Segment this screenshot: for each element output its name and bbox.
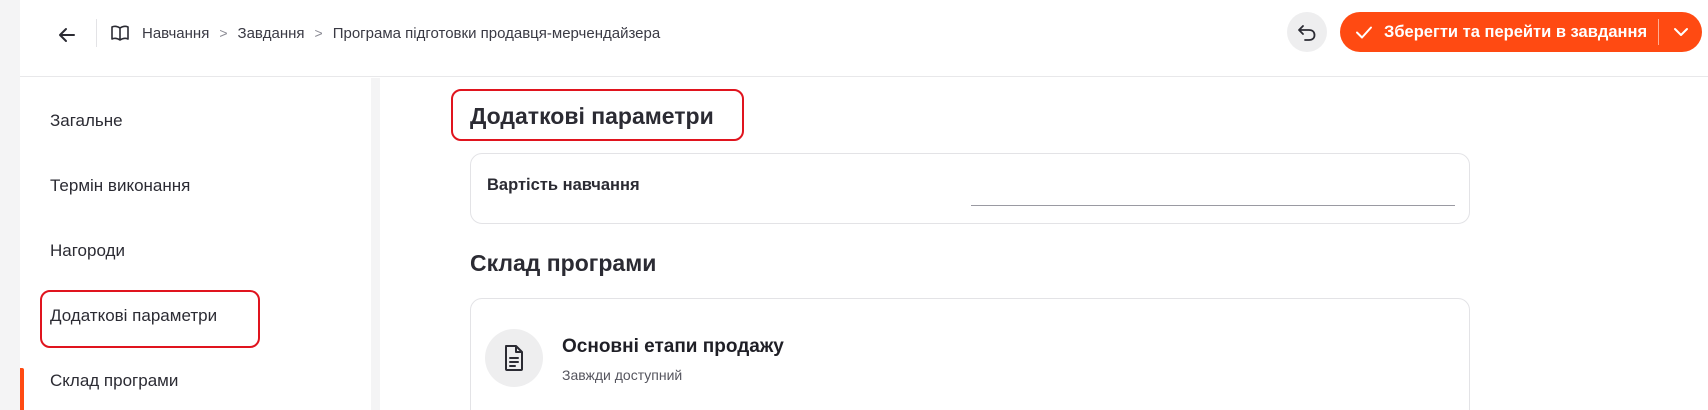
breadcrumb-training[interactable]: Навчання: [142, 25, 209, 42]
stage-title: Основні етапи продажу: [562, 336, 784, 357]
undo-icon: [1298, 25, 1316, 41]
stage-card[interactable]: Основні етапи продажу Завжди доступний: [470, 298, 1470, 410]
back-button[interactable]: [50, 18, 84, 52]
top-bar: Навчання > Завдання > Програма підготовк…: [20, 0, 1708, 77]
chevron-right-icon: >: [219, 25, 228, 41]
sidebar-item-program[interactable]: Склад програми: [50, 371, 178, 391]
chevron-down-icon[interactable]: [1662, 12, 1700, 52]
stage-availability: Завжди доступний: [562, 367, 683, 383]
sidebar-item-general[interactable]: Загальне: [50, 111, 123, 131]
sidebar: Загальне Термін виконання Нагороди Додат…: [20, 78, 380, 410]
cost-input[interactable]: [971, 180, 1455, 206]
program-title: Склад програми: [470, 250, 657, 276]
header-divider: [96, 19, 97, 47]
cost-card: Вартість навчання: [470, 153, 1470, 224]
sidebar-item-deadline[interactable]: Термін виконання: [50, 176, 190, 196]
breadcrumb: Навчання > Завдання > Програма підготовк…: [110, 21, 660, 45]
document-icon: [485, 329, 543, 387]
undo-button[interactable]: [1287, 12, 1327, 52]
breadcrumb-current: Програма підготовки продавця-мерчендайзе…: [332, 24, 661, 42]
page: Навчання > Завдання > Програма підготовк…: [0, 0, 1708, 410]
left-gutter: [0, 0, 20, 410]
arrow-left-icon: [59, 28, 75, 42]
sidebar-item-rewards[interactable]: Нагороди: [50, 241, 125, 261]
save-and-go-button[interactable]: Зберегти та перейти в завдання: [1340, 12, 1702, 52]
chevron-right-icon: >: [314, 25, 323, 41]
breadcrumb-tasks[interactable]: Завдання: [238, 25, 305, 42]
book-icon: [110, 23, 132, 43]
highlight-frame: [451, 89, 744, 141]
cost-label: Вартість навчання: [487, 176, 640, 194]
check-icon: [1344, 22, 1384, 42]
active-indicator: [20, 368, 24, 410]
button-divider: [1658, 19, 1659, 45]
save-and-go-label: Зберегти та перейти в завдання: [1384, 22, 1648, 41]
highlight-frame: [40, 290, 260, 348]
